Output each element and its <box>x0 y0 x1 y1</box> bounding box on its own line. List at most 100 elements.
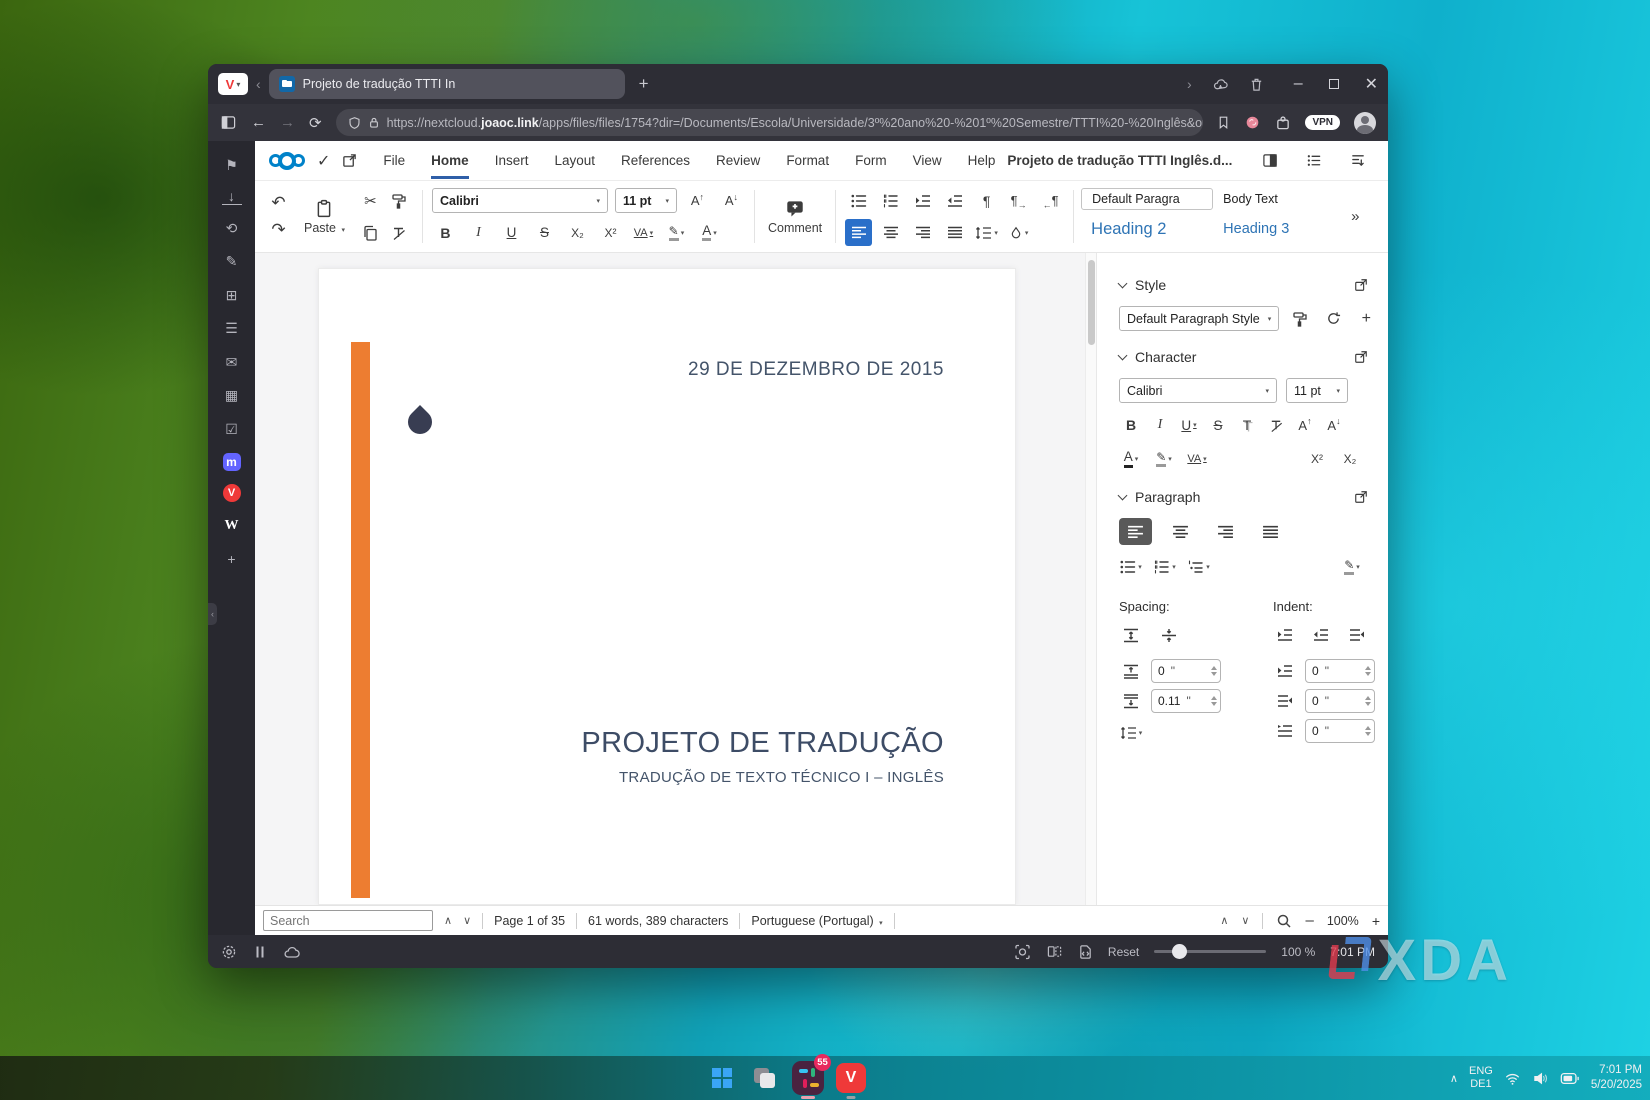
hanging-indent-button[interactable] <box>1345 623 1369 647</box>
sidebar-underline-button[interactable]: U▾ <box>1177 413 1201 437</box>
ai-assistant-icon[interactable] <box>1244 115 1261 130</box>
clock[interactable]: 7:01 PM5/20/2025 <box>1591 1063 1642 1093</box>
redo-button[interactable]: ↷ <box>265 217 292 244</box>
next-page-icon[interactable]: ∨ <box>1241 914 1249 927</box>
tiling-icon[interactable] <box>1046 944 1063 959</box>
decrease-indent-button[interactable] <box>941 187 968 214</box>
close-window-button[interactable]: ✕ <box>1365 74 1378 94</box>
sidebar-font-color-button[interactable]: A▾ <box>1119 447 1143 471</box>
scrollbar-thumb[interactable] <box>1088 260 1095 345</box>
sidebar-bullet-list-button[interactable]: ▾ <box>1119 555 1143 579</box>
mastodon-webpanel-icon[interactable]: m <box>223 453 241 471</box>
capture-page-icon[interactable] <box>1014 944 1031 960</box>
style-section-header[interactable]: Style <box>1119 277 1368 293</box>
sidebar-toggle-icon[interactable] <box>1262 153 1278 168</box>
sidebar-align-center-button[interactable] <box>1164 518 1197 545</box>
new-tab-button[interactable]: + <box>639 74 649 94</box>
sidebar-align-left-button[interactable] <box>1119 518 1152 545</box>
rtl-paragraph-button[interactable]: ←¶ <box>1037 187 1064 214</box>
ltr-paragraph-button[interactable]: ¶→ <box>1005 187 1032 214</box>
formatting-marks-button[interactable]: ¶ <box>973 187 1000 214</box>
zoom-out-icon[interactable]: – <box>1305 912 1313 929</box>
paragraph-section-header[interactable]: Paragraph <box>1119 489 1368 505</box>
decrease-para-spacing-button[interactable] <box>1157 623 1181 647</box>
vivaldi-webpanel-icon[interactable]: V <box>223 484 241 502</box>
menu-file[interactable]: File <box>383 142 405 179</box>
language-indicator[interactable]: ENGDE1 <box>1469 1065 1493 1091</box>
align-center-button[interactable] <box>877 219 904 246</box>
status-settings-icon[interactable] <box>221 944 237 960</box>
shrink-font-button[interactable]: A↓ <box>718 187 745 214</box>
back-button[interactable]: ← <box>251 114 266 131</box>
panel-toggle-icon[interactable] <box>220 115 237 130</box>
highlight-color-button[interactable]: ✎▾ <box>663 219 690 246</box>
page-indicator[interactable]: Page 1 of 35 <box>494 914 565 928</box>
undo-button[interactable]: ↶ <box>265 190 292 217</box>
volume-icon[interactable] <box>1532 1071 1549 1086</box>
align-left-button[interactable] <box>845 219 872 246</box>
minimize-button[interactable]: – <box>1294 75 1303 93</box>
downloads-panel-icon[interactable]: ↓ <box>222 189 242 205</box>
url-field[interactable]: https://nextcloud.joaoc.link/apps/files/… <box>336 109 1204 136</box>
language-selector[interactable]: Portuguese (Portugal) ▾ <box>751 914 882 928</box>
vivaldi-menu-button[interactable]: V ▾ <box>218 73 248 95</box>
sidebar-superscript-button[interactable]: X² <box>1305 447 1329 471</box>
search-prev-icon[interactable]: ∧ <box>444 914 452 927</box>
zoom-slider-knob[interactable] <box>1172 944 1187 959</box>
bookmark-page-icon[interactable] <box>1217 115 1230 130</box>
document-page[interactable]: 29 DE DEZEMBRO DE 2015 PROJETO DE TRADUÇ… <box>318 268 1016 905</box>
style-paint-button[interactable] <box>1288 307 1312 331</box>
sidebar-numbered-list-button[interactable]: ▾ <box>1153 555 1177 579</box>
comment-button[interactable]: Comment <box>760 184 830 249</box>
menu-insert[interactable]: Insert <box>495 142 529 179</box>
font-color-button[interactable]: A▾ <box>696 219 723 246</box>
paragraph-fill-button[interactable]: ▾ <box>1005 219 1032 246</box>
maximize-button[interactable] <box>1329 79 1339 89</box>
sidebar-italic-button[interactable]: I <box>1148 413 1172 437</box>
style-new-button[interactable]: + <box>1354 307 1378 331</box>
bold-button[interactable]: B <box>432 219 459 246</box>
sidebar-bold-button[interactable]: B <box>1119 413 1143 437</box>
document-area[interactable]: 29 DE DEZEMBRO DE 2015 PROJETO DE TRADUÇ… <box>255 253 1085 905</box>
browser-tab[interactable]: Projeto de tradução TTTI In <box>269 69 625 99</box>
character-spacing-button[interactable]: VA▾ <box>630 219 657 246</box>
search-input[interactable] <box>263 910 433 931</box>
menu-view[interactable]: View <box>913 142 942 179</box>
search-next-icon[interactable]: ∨ <box>463 914 471 927</box>
zoom-reset-label[interactable]: Reset <box>1108 945 1139 959</box>
format-paint-button[interactable] <box>386 187 413 214</box>
spacing-above-field[interactable]: 0" <box>1151 659 1221 683</box>
add-webpanel-icon[interactable]: + <box>222 549 242 569</box>
sessions-panel-icon[interactable]: ⊞ <box>222 285 242 305</box>
indent-after-field[interactable]: 0" <box>1305 689 1375 713</box>
increase-indent-button[interactable] <box>909 187 936 214</box>
underline-button[interactable]: U <box>498 219 525 246</box>
sidebar-grow-font-button[interactable]: A↑ <box>1293 413 1317 437</box>
prev-page-icon[interactable]: ∧ <box>1220 914 1228 927</box>
vivaldi-taskbar-icon[interactable]: V <box>835 1062 867 1094</box>
sync-cloud-icon[interactable] <box>1212 77 1229 92</box>
trash-closed-tabs-icon[interactable] <box>1249 77 1264 92</box>
vpn-badge[interactable]: VPN <box>1305 115 1340 130</box>
mail-panel-icon[interactable]: ✉ <box>222 352 242 372</box>
sidebar-font-name-combo[interactable]: Calibri ▾ <box>1119 378 1277 403</box>
italic-button[interactable]: I <box>465 219 492 246</box>
copy-button[interactable] <box>357 219 384 246</box>
extensions-puzzle-icon[interactable] <box>1275 115 1291 130</box>
status-pause-icon[interactable] <box>254 945 266 959</box>
toolbar-overflow-button[interactable]: » <box>1343 208 1367 225</box>
character-section-header[interactable]: Character <box>1119 349 1368 365</box>
indent-before-field[interactable]: 0" <box>1305 659 1375 683</box>
spacing-below-field[interactable]: 0.11" <box>1151 689 1221 713</box>
sidebar-subscript-button[interactable]: X₂ <box>1338 447 1362 471</box>
menu-home[interactable]: Home <box>431 142 469 179</box>
line-spacing-button[interactable]: ▾ <box>973 219 1000 246</box>
wikipedia-webpanel-icon[interactable]: W <box>222 516 242 536</box>
sidebar-decrease-indent-button[interactable] <box>1309 623 1333 647</box>
style-default-paragraph[interactable]: Default Paragra <box>1081 188 1213 210</box>
sidebar-shadow-button[interactable]: T <box>1235 413 1259 437</box>
style-update-button[interactable] <box>1321 307 1345 331</box>
menu-layout[interactable]: Layout <box>554 142 595 179</box>
sidebar-outline-list-button[interactable]: ▾ <box>1187 555 1211 579</box>
save-check-icon[interactable]: ✓ <box>317 151 330 171</box>
